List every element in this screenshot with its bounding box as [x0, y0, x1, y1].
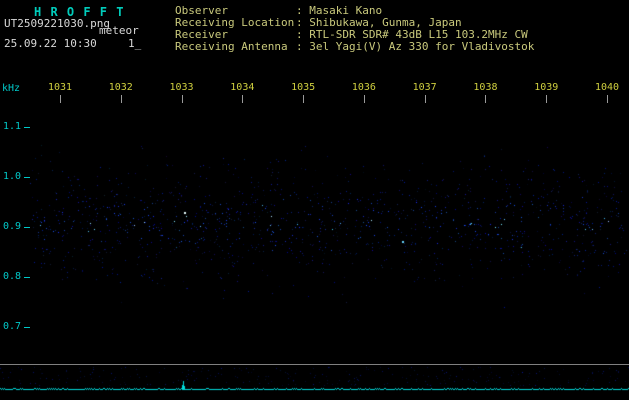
- y-tick-label: 1.0: [3, 171, 22, 182]
- y-tick-mark: [24, 127, 30, 128]
- y-tick-mark: [24, 277, 30, 278]
- header-row: Receiver: RTL-SDR SDR# 43dB L15 103.2MHz…: [175, 29, 534, 40]
- header-value: Shibukawa, Gunma, Japan: [309, 16, 462, 29]
- header-colon: :: [296, 16, 310, 29]
- y-tick-label: 0.8: [3, 271, 22, 282]
- y-tick-mark: [24, 227, 30, 228]
- x-tick-label: 1039: [534, 82, 559, 93]
- x-tick-mark: [607, 95, 608, 103]
- x-tick-label: 1037: [412, 82, 437, 93]
- y-tick-mark: [24, 327, 30, 328]
- x-tick-label: 1033: [169, 82, 194, 93]
- spectrogram-noise-canvas: [0, 0, 629, 400]
- header-colon: :: [296, 28, 310, 41]
- x-tick-mark: [485, 95, 486, 103]
- header-label: Receiving Location: [175, 16, 295, 29]
- hrofft-screen: H R O F F T UT2509221030.png meteor 25.0…: [0, 0, 629, 400]
- header-value: 3el Yagi(V) Az 330 for Vladivostok: [309, 40, 535, 53]
- header-row: Observer: Masaki Kano: [175, 5, 534, 16]
- header-value: RTL-SDR SDR# 43dB L15 103.2MHz CW: [309, 28, 528, 41]
- x-tick-mark: [121, 95, 122, 103]
- x-tick-label: 1032: [108, 82, 133, 93]
- x-tick-label: 1035: [291, 82, 316, 93]
- signal-strip-separator: [0, 364, 629, 365]
- x-tick-label: 1040: [594, 82, 620, 93]
- x-tick-mark: [182, 95, 183, 103]
- timestamp: 25.09.22 10:30: [4, 37, 97, 50]
- y-tick-label: 1.1: [3, 121, 22, 132]
- header-colon: :: [296, 40, 310, 53]
- x-tick-mark: [364, 95, 365, 103]
- x-tick-mark: [425, 95, 426, 103]
- x-tick-label: 1034: [230, 82, 255, 93]
- header-label: Receiver: [175, 28, 228, 41]
- output-filename: UT2509221030.png: [4, 17, 110, 30]
- x-tick-mark: [303, 95, 304, 103]
- x-tick-label: 1038: [473, 82, 498, 93]
- y-axis-unit-label: kHz: [2, 83, 21, 94]
- x-tick-mark: [546, 95, 547, 103]
- x-tick-label: 1036: [351, 82, 376, 93]
- x-tick-mark: [60, 95, 61, 103]
- header-row: Receiving Location: Shibukawa, Gunma, Ja…: [175, 17, 534, 28]
- station-label: meteor: [99, 24, 139, 37]
- header-colon: :: [296, 4, 310, 17]
- y-tick-label: 0.9: [3, 221, 22, 232]
- x-tick-label: 1031: [47, 82, 73, 93]
- header-value: Masaki Kano: [309, 4, 383, 17]
- header-row: Receiving Antenna: 3el Yagi(V) Az 330 fo…: [175, 41, 534, 52]
- header-info: Observer: Masaki Kano Receiving Location:…: [175, 5, 534, 53]
- y-tick-label: 0.7: [3, 321, 22, 332]
- image-counter: 1_: [128, 37, 142, 50]
- x-tick-mark: [242, 95, 243, 103]
- header-label: Receiving Antenna: [175, 40, 288, 53]
- y-tick-mark: [24, 177, 30, 178]
- header-label: Observer: [175, 4, 228, 17]
